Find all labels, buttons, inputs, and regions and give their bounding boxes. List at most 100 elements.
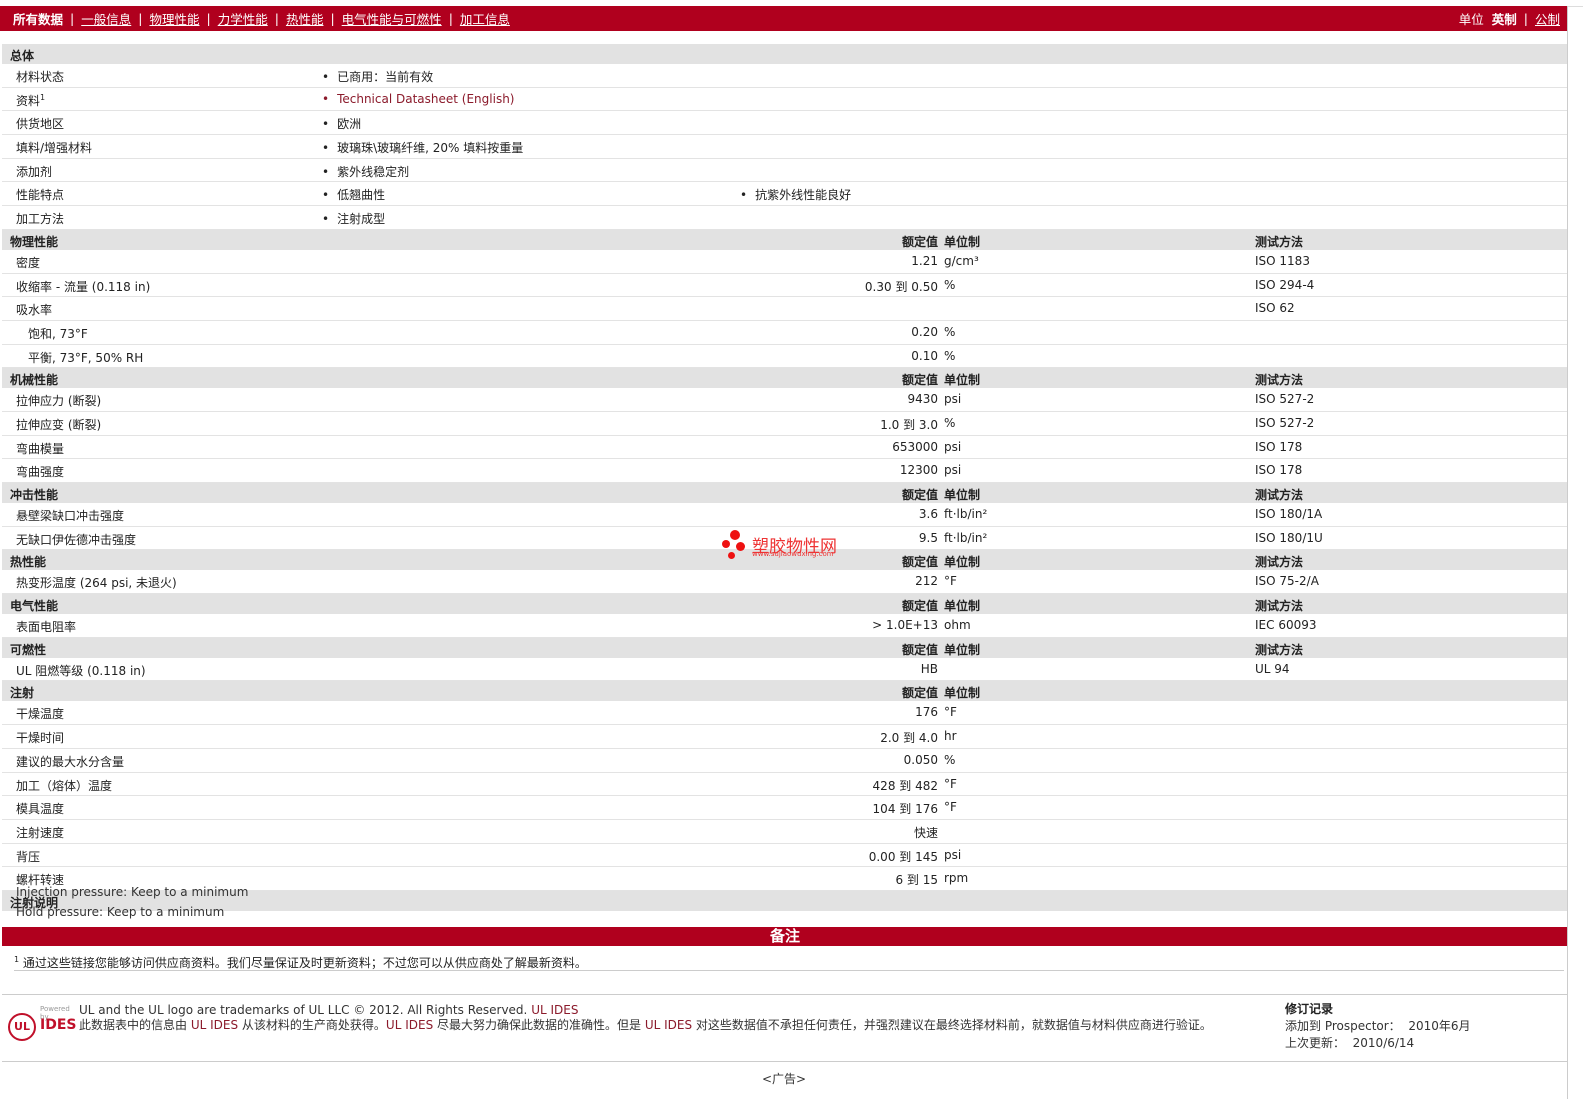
test-method: ISO 294-4 <box>1255 277 1315 292</box>
watermark-url: www.sujiaowuxing.com <box>752 550 834 558</box>
separator: | <box>1523 11 1528 26</box>
property-label: 添加剂 <box>16 164 53 179</box>
revision-updated-date: 2010/6/14 <box>1352 1036 1415 1050</box>
property-name: 注射速度 <box>16 825 65 840</box>
property-name: 热变形温度 (264 psi, 未退火) <box>16 576 177 591</box>
property-name: 材料状态 <box>16 68 64 85</box>
property-value: 玻璃珠\玻璃纤维, 20% 填料按重量 <box>322 139 523 156</box>
column-header-unit: 单位制 <box>944 686 981 701</box>
separator: | <box>448 11 453 26</box>
column-header-value: 额定值 <box>901 599 938 614</box>
property-value: 快速 <box>913 825 938 840</box>
revision-title: 修订记录 <box>1285 1002 1334 1016</box>
section-header-impact: 冲击性能 额定值 单位制 测试方法 <box>2 483 1568 503</box>
property-unit: ohm <box>944 618 971 633</box>
general-row: 性能特点 低翘曲性 抗紫外线性能良好 <box>2 182 1568 207</box>
footer-disclaimer-part: 此数据表中的信息由 <box>79 1018 191 1032</box>
property-value: 1.21 <box>911 253 938 268</box>
property-name: 干燥时间 <box>16 731 65 746</box>
mechanical-row: 弯曲强度 12300 psi ISO 178 <box>2 459 1568 483</box>
section-title: 电气性能 <box>10 599 59 614</box>
separator: | <box>70 11 75 26</box>
section-header-general: 总体 <box>2 44 1568 64</box>
property-value: 抗紫外线性能良好 <box>740 186 851 203</box>
property-name: 加工方法 <box>16 210 64 227</box>
nav-tab[interactable]: 所有数据 <box>13 9 63 28</box>
nav-bar: 所有数据 | 一般信息 | 物理性能 | 力学性能 | 热性能 | 电气性能与可燃性 | 加工信息 单位… <box>0 6 1568 31</box>
column-header-unit: 单位制 <box>944 488 981 502</box>
unit-english[interactable]: 英制 <box>1492 9 1517 28</box>
injection-row: 背压 0.00 到 145 psi <box>2 844 1568 868</box>
test-method: ISO 178 <box>1255 439 1303 454</box>
property-unit: hr <box>944 729 957 744</box>
column-header-unit: 单位制 <box>944 599 981 614</box>
column-header-unit: 单位制 <box>944 642 981 657</box>
test-method: ISO 75-2/A <box>1255 574 1319 589</box>
property-unit: % <box>944 348 956 363</box>
property-unit: °F <box>944 800 957 815</box>
property-name: 密度 <box>16 255 41 270</box>
property-name: 弯曲模量 <box>16 441 65 456</box>
property-unit: psi <box>944 392 962 407</box>
revision-history: 修订记录 添加到 Prospector： 2010年6月 上次更新： 2010/… <box>1285 1001 1471 1052</box>
property-name: 弯曲强度 <box>16 465 65 480</box>
nav-tab[interactable]: 电气性能与可燃性 <box>342 9 442 28</box>
property-value: 12300 <box>899 463 938 478</box>
section-title: 冲击性能 <box>10 488 59 502</box>
property-value: 低翘曲性 <box>322 186 385 203</box>
column-header-test: 测试方法 <box>1255 373 1304 388</box>
property-label: 加工方法 <box>16 212 65 227</box>
property-name: 悬壁梁缺口冲击强度 <box>16 509 125 523</box>
flammability-row: UL 阻燃等级 (0.118 in) HB UL 94 <box>2 658 1568 682</box>
property-label: 材料状态 <box>16 70 65 84</box>
property-name: 无缺口伊佐德冲击强度 <box>16 532 137 547</box>
electrical-row: 表面电阻率 > 1.0E+13 ohm IEC 60093 <box>2 614 1568 638</box>
general-row: 供货地区 欧洲 <box>2 111 1568 136</box>
column-header-value: 额定值 <box>901 555 938 570</box>
ides-logo-text: IDES <box>40 1017 77 1033</box>
ul-ides-link[interactable]: UL IDES <box>531 1003 578 1017</box>
section-title: 总体 <box>10 49 35 63</box>
test-method: ISO 527-2 <box>1255 392 1315 407</box>
physical-row: 密度 1.21 g/cm³ ISO 1183 <box>2 250 1568 274</box>
column-header-test: 测试方法 <box>1255 599 1304 614</box>
nav-tab[interactable]: 热性能 <box>286 9 324 28</box>
property-value: 已商用：当前有效 <box>322 68 433 85</box>
property-label: 供货地区 <box>16 117 65 132</box>
revision-added-date: 2010年6月 <box>1408 1019 1471 1033</box>
property-name: 干燥温度 <box>16 707 65 722</box>
property-name: UL 阻燃等级 (0.118 in) <box>16 663 146 678</box>
general-row: 材料状态 已商用：当前有效 <box>2 64 1568 88</box>
section-title: 热性能 <box>10 555 47 570</box>
nav-tab[interactable]: 力学性能 <box>218 9 268 28</box>
test-method: ISO 527-2 <box>1255 415 1315 430</box>
footer: Powered by UL IDES UL and the UL logo ar… <box>2 994 1568 1062</box>
nav-tab[interactable]: 加工信息 <box>460 9 510 28</box>
injection-row: 加工（熔体）温度 428 到 482 °F <box>2 773 1568 797</box>
property-value: 428 到 482 <box>872 778 938 793</box>
datasheet-link[interactable]: Technical Datasheet (English) <box>322 92 514 106</box>
impact-row: 悬壁梁缺口冲击强度 3.6 ft·lb/in² ISO 180/1A <box>2 503 1568 527</box>
injection-notes: Injection pressure: Keep to a minimum Ho… <box>2 882 1568 922</box>
property-label: 性能特点 <box>16 188 65 203</box>
injection-row: 注射速度 快速 <box>2 820 1568 844</box>
ul-ides-link[interactable]: UL IDES <box>191 1018 238 1032</box>
property-name: 建议的最大水分含量 <box>16 754 125 769</box>
ul-ides-link[interactable]: UL IDES <box>645 1018 692 1032</box>
property-value: 9.5 <box>918 530 938 545</box>
datasheet-table: 总体材料状态 已商用：当前有效资料1 Technical Datasheet (En… <box>2 44 1568 911</box>
property-unit: °F <box>944 776 957 791</box>
nav-tab[interactable]: 一般信息 <box>81 9 131 28</box>
unit-metric-link[interactable]: 公制 <box>1535 9 1560 28</box>
general-row: 资料1 Technical Datasheet (English) <box>2 88 1568 112</box>
ul-ides-link[interactable]: UL IDES <box>386 1018 433 1032</box>
nav-tab[interactable]: 物理性能 <box>149 9 199 28</box>
column-header-unit: 单位制 <box>944 234 981 249</box>
injection-note-line: Injection pressure: Keep to a minimum <box>16 885 249 899</box>
property-value: 1.0 到 3.0 <box>880 417 938 432</box>
test-method: ISO 180/1U <box>1255 530 1323 545</box>
property-value: 紫外线稳定剂 <box>322 163 409 180</box>
mechanical-row: 弯曲模量 653000 psi ISO 178 <box>2 436 1568 460</box>
ad-placeholder: <广告> <box>761 1072 807 1086</box>
mechanical-row: 拉伸应变 (断裂) 1.0 到 3.0% ISO 527-2 <box>2 412 1568 436</box>
